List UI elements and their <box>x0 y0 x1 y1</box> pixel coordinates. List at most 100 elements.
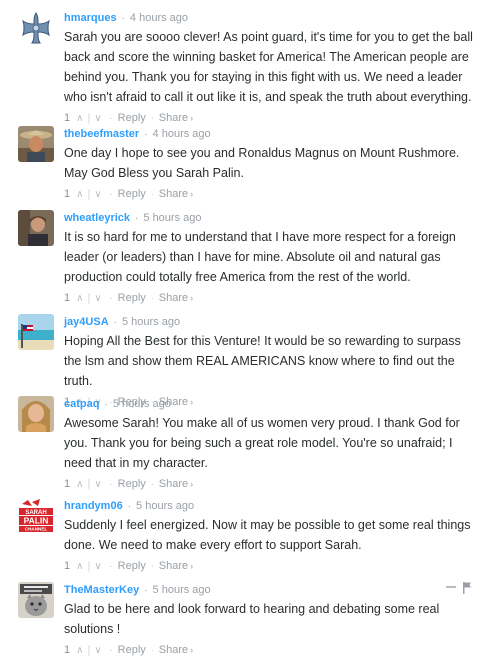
vote-count: 1 <box>64 188 71 200</box>
author-name[interactable]: hmarques <box>64 12 117 24</box>
downvote-icon[interactable]: ∨ <box>91 291 104 307</box>
share-button[interactable]: Share › <box>159 110 193 126</box>
downvote-icon[interactable]: ∨ <box>91 643 104 659</box>
comment-footer: 1 ∧ | ∨ · Reply · Share › <box>64 476 476 492</box>
footer-separator: · <box>150 479 154 489</box>
avatar[interactable] <box>18 210 54 246</box>
share-label: Share <box>158 112 189 124</box>
share-button[interactable]: Share › <box>159 642 193 658</box>
chevron-right-icon: › <box>190 561 194 571</box>
comment-text: Suddenly I feel energized. Now it may be… <box>64 518 471 552</box>
avatar[interactable] <box>18 396 54 432</box>
downvote-icon[interactable]: ∨ <box>91 111 104 127</box>
cowboy-photo <box>18 126 54 162</box>
reply-button[interactable]: Reply <box>118 186 146 202</box>
chevron-right-icon: › <box>190 293 194 303</box>
vote-count: 1 <box>64 292 71 304</box>
timestamp[interactable]: 5 hours ago <box>122 316 180 328</box>
avatar[interactable]: SARAH PALIN CHANNEL <box>18 498 54 534</box>
downvote-icon[interactable]: ∨ <box>91 477 104 493</box>
avatar[interactable] <box>18 582 54 618</box>
vote-count: 1 <box>64 478 71 490</box>
meta-separator: · <box>135 213 139 224</box>
footer-separator: · <box>150 561 154 571</box>
author-name[interactable]: jay4USA <box>64 316 109 328</box>
comment-footer: 1 ∧ | ∨ · Reply · Share › <box>64 290 476 306</box>
reply-button[interactable]: Reply <box>118 476 146 492</box>
comment-thread: hmarques · 4 hours ago Sarah you are soooo… <box>0 0 490 656</box>
avatar[interactable] <box>18 314 54 350</box>
comment-header: wheatleyrick · 5 hours ago <box>64 210 476 226</box>
author-name[interactable]: catpaq <box>64 398 99 410</box>
chevron-right-icon: › <box>190 113 194 123</box>
comment-body: hrandym06 · 5 hours ago Suddenly I feel en… <box>64 498 476 574</box>
sarah-palin-channel-logo: SARAH PALIN CHANNEL <box>18 498 54 534</box>
flag-icon[interactable] <box>462 582 472 594</box>
author-name[interactable]: thebeefmaster <box>64 128 139 140</box>
meta-separator: · <box>104 399 108 410</box>
author-name[interactable]: wheatleyrick <box>64 212 130 224</box>
reply-button[interactable]: Reply <box>118 558 146 574</box>
footer-separator: · <box>109 479 113 489</box>
reply-button[interactable]: Reply <box>118 290 146 306</box>
author-name[interactable]: hrandym06 <box>64 500 123 512</box>
reply-button[interactable]: Reply <box>118 642 146 658</box>
comment-text: Sarah you are soooo clever! As point gua… <box>64 30 473 104</box>
comment-footer: 1 ∧ | ∨ · Reply · Share › <box>64 642 476 658</box>
svg-text:CHANNEL: CHANNEL <box>25 527 48 532</box>
timestamp[interactable]: 5 hours ago <box>113 398 171 410</box>
share-label: Share <box>158 560 189 572</box>
footer-separator: · <box>109 293 113 303</box>
comment-body: wheatleyrick · 5 hours ago It is so hard f… <box>64 210 476 306</box>
upvote-icon[interactable]: ∧ <box>73 643 86 659</box>
vote-count: 1 <box>64 560 71 572</box>
comment-body: hmarques · 4 hours ago Sarah you are soooo… <box>64 10 476 126</box>
timestamp[interactable]: 4 hours ago <box>130 12 188 24</box>
comment-body: catpaq · 5 hours ago Awesome Sarah! You ma… <box>64 396 476 492</box>
meta-separator: · <box>127 501 132 512</box>
share-button[interactable]: Share › <box>159 186 193 202</box>
footer-separator: · <box>109 189 113 199</box>
comment-text: Awesome Sarah! You make all of us women … <box>64 416 460 470</box>
upvote-icon[interactable]: ∧ <box>73 559 86 575</box>
upvote-icon[interactable]: ∧ <box>73 477 86 493</box>
avatar[interactable] <box>18 126 54 162</box>
comment-header: thebeefmaster · 4 hours ago <box>64 126 476 142</box>
beach-flag-photo <box>18 314 54 350</box>
reply-button[interactable]: Reply <box>118 110 146 126</box>
comment-header: jay4USA · 5 hours ago <box>64 314 476 330</box>
comment-text: It is so hard for me to understand that … <box>64 230 456 284</box>
footer-separator: · <box>150 189 154 199</box>
share-button[interactable]: Share › <box>159 476 193 492</box>
vote-count: 1 <box>64 644 71 656</box>
share-button[interactable]: Share › <box>159 290 193 306</box>
avatar[interactable] <box>18 10 54 46</box>
svg-text:PALIN: PALIN <box>24 516 49 526</box>
footer-separator: · <box>109 561 113 571</box>
footer-separator: · <box>109 645 113 655</box>
timestamp[interactable]: 5 hours ago <box>136 500 194 512</box>
share-label: Share <box>158 188 189 200</box>
comment-text: Glad to be here and look forward to hear… <box>64 602 440 636</box>
comment-body: thebeefmaster · 4 hours ago One day I hope… <box>64 126 476 202</box>
upvote-icon[interactable]: ∧ <box>73 111 86 127</box>
comment-header: catpaq · 5 hours ago <box>64 396 476 412</box>
upvote-icon[interactable]: ∧ <box>73 187 86 203</box>
author-name[interactable]: TheMasterKey <box>64 584 139 596</box>
comment-body: TheMasterKey · 5 hours ago Glad to be here… <box>64 582 476 658</box>
timestamp[interactable]: 5 hours ago <box>143 212 201 224</box>
footer-separator: · <box>150 113 154 123</box>
share-button[interactable]: Share › <box>159 558 193 574</box>
chevron-right-icon: › <box>190 189 194 199</box>
share-label: Share <box>158 292 189 304</box>
woman-photo <box>18 396 54 432</box>
collapse-icon[interactable] <box>446 586 456 588</box>
timestamp[interactable]: 5 hours ago <box>153 584 211 596</box>
man-photo <box>18 210 54 246</box>
upvote-icon[interactable]: ∧ <box>73 291 86 307</box>
downvote-icon[interactable]: ∨ <box>91 559 104 575</box>
meta-separator: · <box>144 585 148 596</box>
timestamp[interactable]: 4 hours ago <box>153 128 211 140</box>
share-label: Share <box>158 644 189 656</box>
downvote-icon[interactable]: ∨ <box>91 187 104 203</box>
